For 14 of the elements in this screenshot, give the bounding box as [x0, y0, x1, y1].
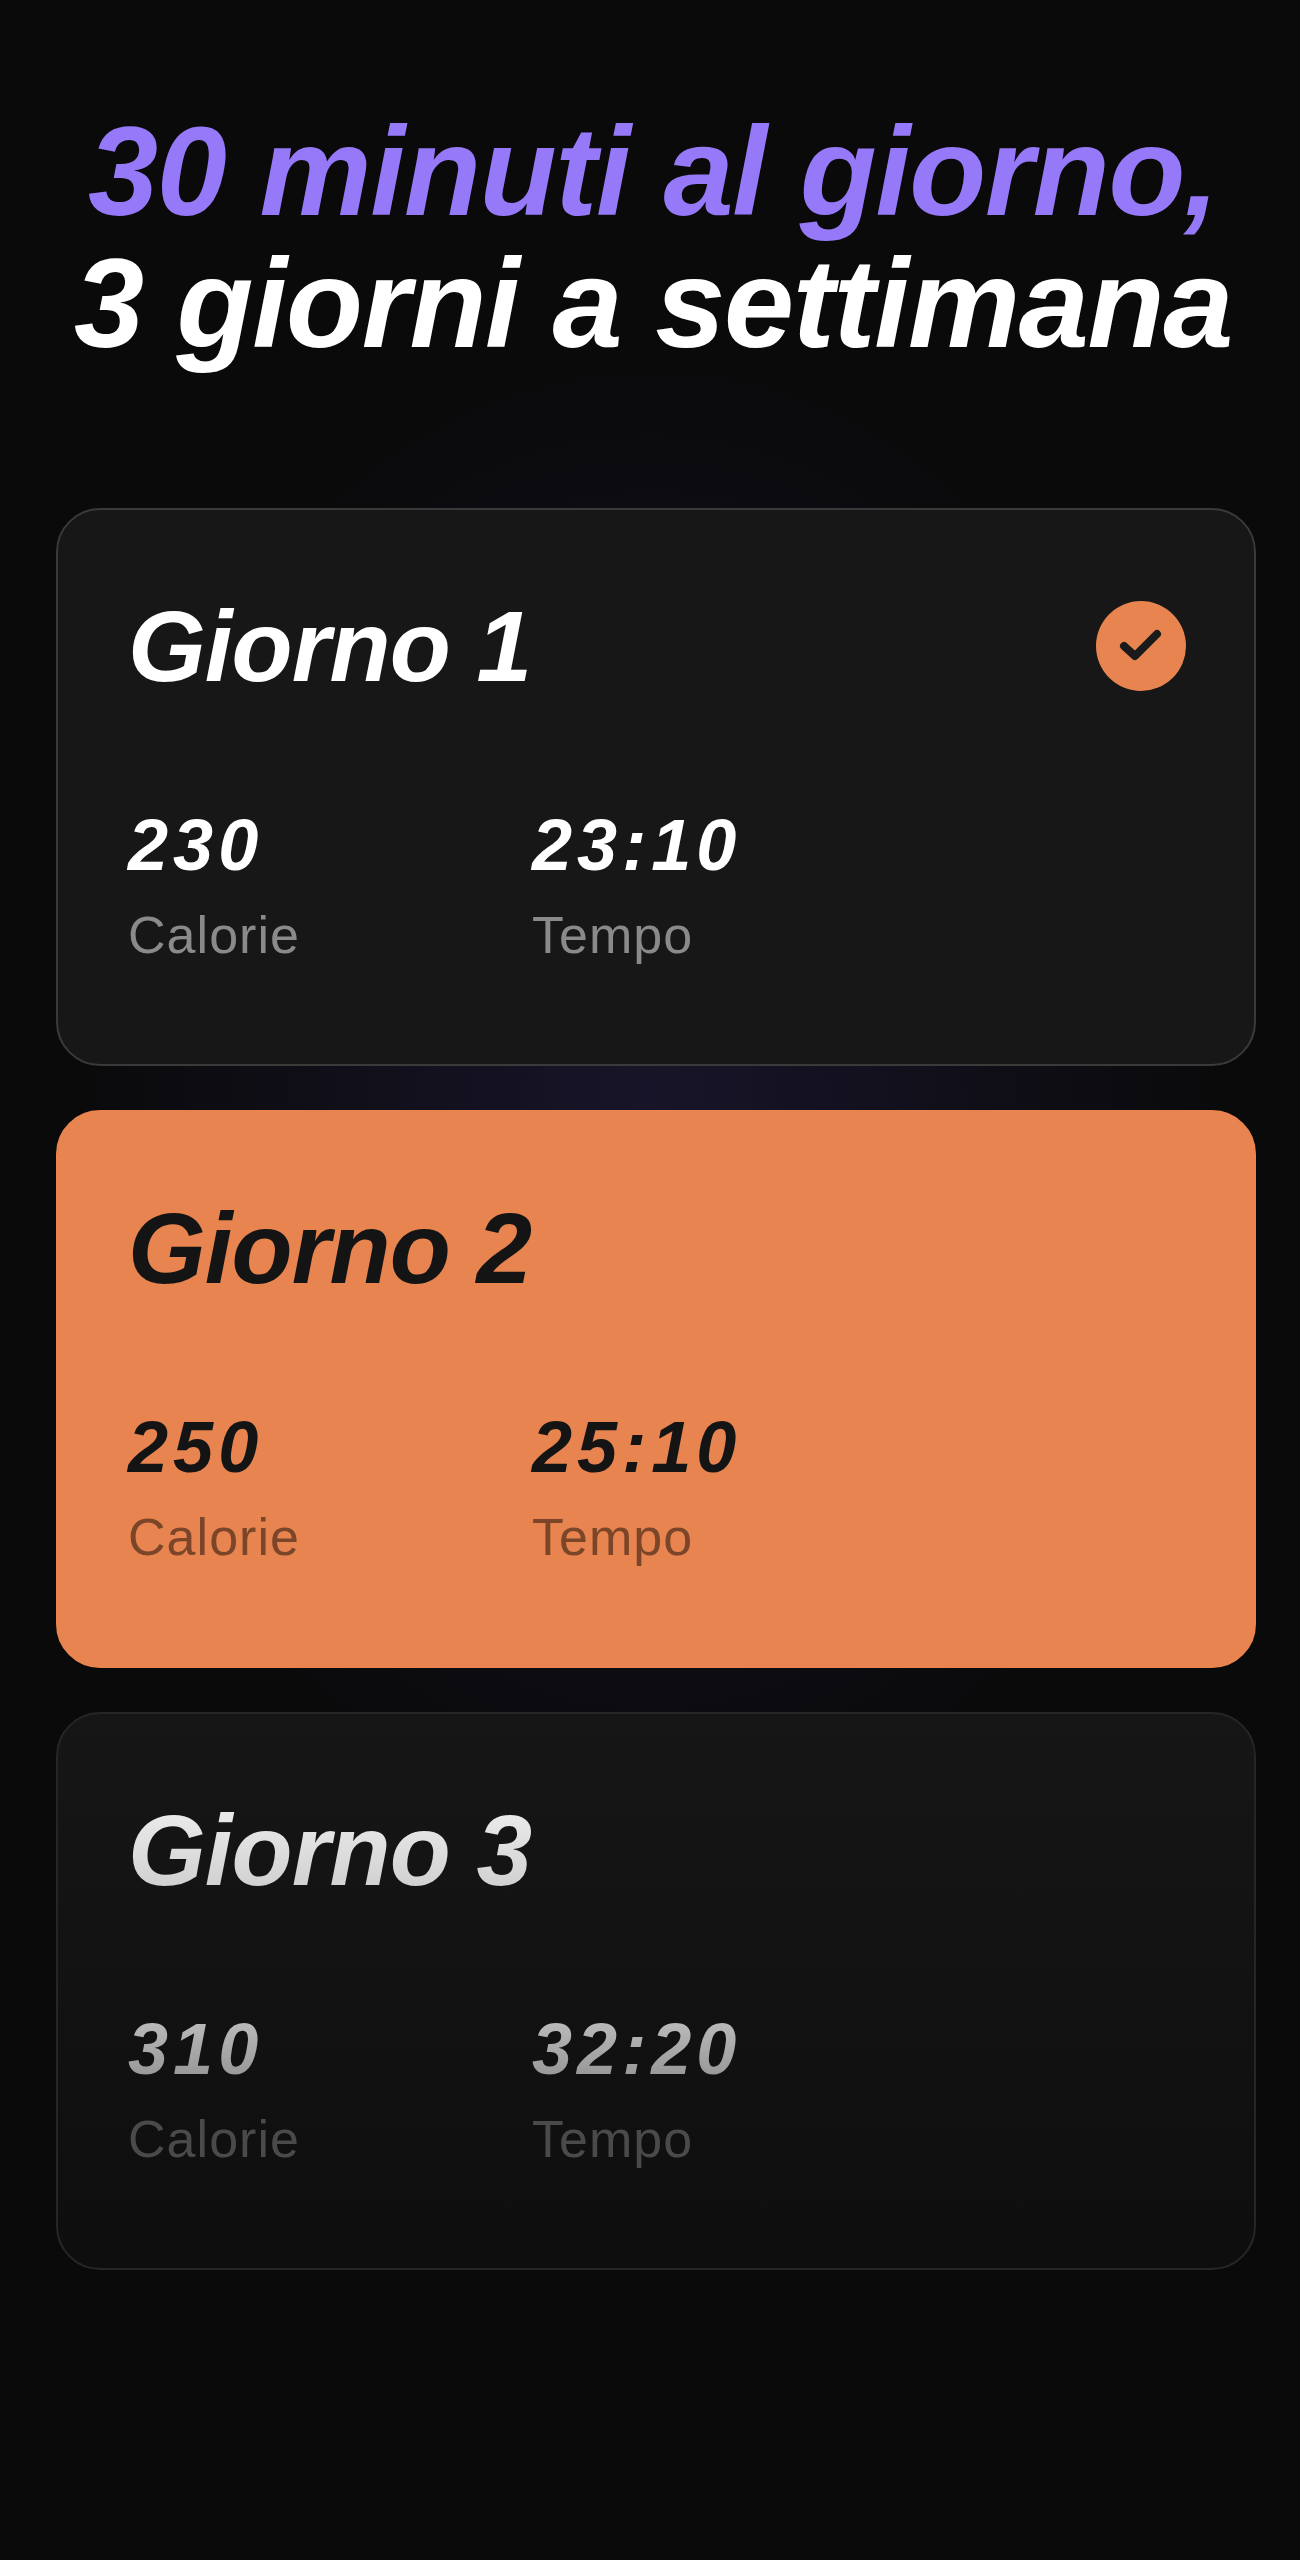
stat-label: Calorie: [128, 905, 300, 966]
stat-label: Tempo: [532, 1507, 694, 1568]
stat-label: Tempo: [532, 2109, 694, 2170]
stat-label: Tempo: [532, 905, 694, 966]
stat-value: 25:10: [532, 1406, 742, 1489]
stat-label: Calorie: [128, 1507, 300, 1568]
stat-value: 23:10: [532, 804, 742, 887]
stat-label: Calorie: [128, 2109, 300, 2170]
day-title: Giorno 2: [128, 1191, 532, 1306]
stat-value: 230: [128, 804, 264, 887]
day-title: Giorno 1: [128, 589, 532, 704]
stat-value: 250: [128, 1406, 264, 1489]
day-card[interactable]: Giorno 2 250 Calorie 25:10 Tempo: [56, 1110, 1256, 1668]
day-card[interactable]: Giorno 1 230 Calorie 23:10 Tempo: [56, 508, 1256, 1066]
